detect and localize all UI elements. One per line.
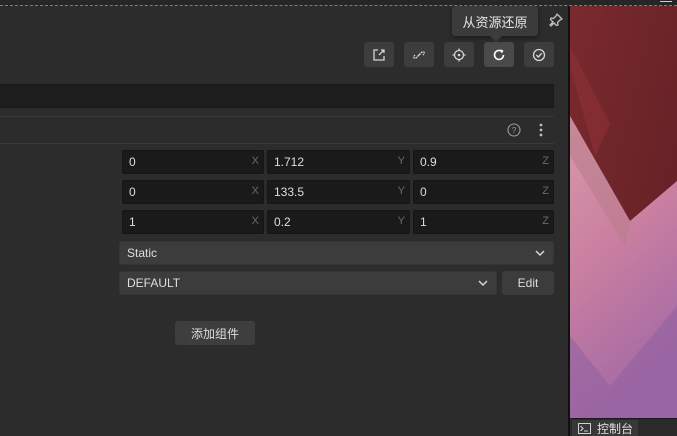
chevron-down-icon xyxy=(478,280,488,287)
apply-check-icon xyxy=(532,48,546,61)
position-z-value: 0.9 xyxy=(420,155,437,169)
unlink-prefab-button[interactable] xyxy=(404,42,434,67)
revert-icon xyxy=(493,48,505,60)
scene-view-preview[interactable] xyxy=(570,6,677,418)
section-divider xyxy=(0,116,554,117)
open-external-icon xyxy=(373,48,385,61)
rotation-y-input[interactable]: 133.5 Y xyxy=(267,180,410,204)
position-y-input[interactable]: 1.712 Y xyxy=(267,150,410,174)
console-tab-label: 控制台 xyxy=(597,422,634,436)
open-in-editor-button[interactable] xyxy=(364,42,394,67)
position-x-input[interactable]: 0 X xyxy=(122,150,264,174)
axis-x-label: X xyxy=(251,185,259,197)
revert-from-asset-button[interactable] xyxy=(484,42,514,67)
body-type-select[interactable]: Static xyxy=(119,241,554,265)
add-component-button[interactable]: 添加组件 xyxy=(175,321,255,345)
help-icon[interactable]: ? xyxy=(507,123,521,137)
locate-asset-button[interactable] xyxy=(444,42,474,67)
rotation-y-value: 133.5 xyxy=(274,185,305,199)
pin-icon[interactable] xyxy=(548,12,564,28)
axis-y-label: Y xyxy=(397,185,405,197)
scale-z-value: 1 xyxy=(420,215,427,229)
chevron-down-icon xyxy=(535,250,545,257)
apply-prefab-button[interactable] xyxy=(524,42,554,67)
group-select[interactable]: DEFAULT xyxy=(119,271,497,295)
position-y-value: 1.712 xyxy=(274,155,305,169)
scale-y-value: 0.2 xyxy=(274,215,291,229)
tooltip: 从资源还原 xyxy=(452,6,538,42)
axis-x-label: X xyxy=(251,155,259,167)
node-path-field[interactable] xyxy=(0,84,554,108)
scale-y-input[interactable]: 0.2 Y xyxy=(267,210,410,234)
body-type-value: Static xyxy=(127,246,158,260)
section-header-divider xyxy=(0,143,554,144)
terminal-icon xyxy=(578,423,591,434)
rotation-z-value: 0 xyxy=(420,185,427,199)
tab-console[interactable]: 控制台 xyxy=(572,420,638,436)
position-x-value: 0 xyxy=(129,155,136,169)
position-z-input[interactable]: 0.9 Z xyxy=(413,150,554,174)
rotation-x-input[interactable]: 0 X xyxy=(122,180,264,204)
panel-menu-icon[interactable] xyxy=(660,0,672,5)
group-value: DEFAULT xyxy=(127,276,181,290)
locate-icon xyxy=(452,48,466,61)
scale-x-input[interactable]: 1 X xyxy=(122,210,264,234)
axis-x-label: X xyxy=(251,215,259,227)
edit-group-button[interactable]: Edit xyxy=(502,271,554,295)
axis-y-label: Y xyxy=(397,155,405,167)
axis-z-label: Z xyxy=(542,185,549,197)
scale-z-input[interactable]: 1 Z xyxy=(413,210,554,234)
svg-text:?: ? xyxy=(512,126,517,135)
console-tab-bar: 控制台 xyxy=(570,418,677,436)
axis-y-label: Y xyxy=(397,215,405,227)
rotation-z-input[interactable]: 0 Z xyxy=(413,180,554,204)
scale-x-value: 1 xyxy=(129,215,136,229)
more-options-icon[interactable] xyxy=(535,122,547,138)
axis-z-label: Z xyxy=(542,215,549,227)
unlink-icon xyxy=(412,50,426,59)
rotation-x-value: 0 xyxy=(129,185,136,199)
axis-z-label: Z xyxy=(542,155,549,167)
